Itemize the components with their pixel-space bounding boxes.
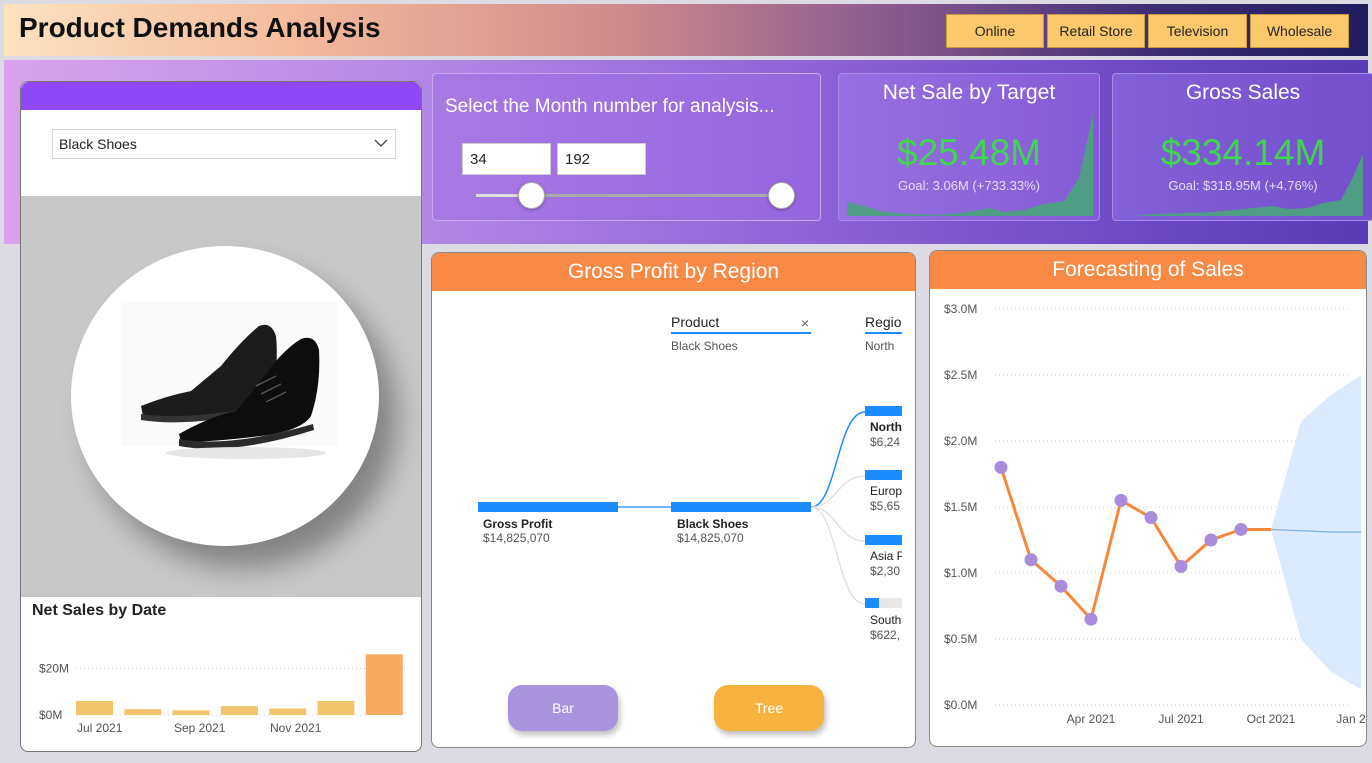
month-slider-range — [530, 194, 782, 197]
kpi-net-sale-value: $25.48M — [897, 132, 1041, 173]
root-node-label: Gross Profit — [483, 517, 552, 531]
data-point — [1024, 553, 1038, 567]
y-tick-label: $1.5M — [944, 500, 977, 514]
product-node-bar[interactable] — [671, 502, 811, 512]
forecast-title: Forecasting of Sales — [930, 251, 1366, 289]
root-node-value: $14,825,070 — [483, 531, 550, 545]
kpi-gross-sales-goal: Goal: $318.95M (+4.76%) — [1168, 178, 1318, 193]
month-slicer-label: Select the Month number for analysis... — [445, 96, 775, 117]
product-node-label: Black Shoes — [677, 517, 749, 531]
header-bar: Product Demands Analysis Online Retail S… — [4, 4, 1368, 56]
data-point — [1174, 559, 1188, 573]
gross-profit-card: Gross Profit by Region Product × Black S… — [431, 252, 916, 748]
net-sales-title: Net Sales by Date — [32, 602, 167, 619]
bar — [220, 706, 258, 715]
x-tick-label: Oct 2021 — [1247, 712, 1296, 726]
x-tick-label: Nov 2021 — [270, 721, 322, 735]
data-point — [1144, 511, 1158, 525]
product-dropdown-value: Black Shoes — [59, 136, 137, 152]
y-tick-label: $1.0M — [944, 566, 977, 580]
bar — [269, 708, 307, 715]
x-tick-label: Jul 2021 — [77, 721, 123, 735]
kpi-gross-sales-card: Gross Sales $334.14M Goal: $318.95M (+4.… — [1112, 73, 1372, 221]
data-point — [1084, 612, 1098, 626]
page-title: Product Demands Analysis — [19, 12, 381, 43]
kpi-gross-sales-title: Gross Sales — [1185, 81, 1301, 104]
kpi-gross-sales-value: $334.14M — [1160, 132, 1326, 173]
level-header-region: Regio — [865, 314, 902, 330]
region-node-value: $5,65 — [870, 499, 900, 513]
shoe-image — [121, 301, 337, 459]
region-node-bar[interactable] — [865, 598, 879, 608]
month-slider-min-handle[interactable] — [518, 182, 545, 209]
level-sub-region: North — [865, 339, 894, 353]
channel-button-television[interactable]: Television — [1148, 14, 1247, 48]
month-slicer-card: Select the Month number for analysis... … — [432, 73, 821, 221]
region-node-value: $6,24 — [870, 435, 900, 449]
gross-profit-title: Gross Profit by Region — [432, 253, 915, 291]
close-icon[interactable]: × — [801, 315, 809, 331]
region-node-value: $622, — [870, 628, 900, 642]
x-tick-label: Jul 2021 — [1158, 712, 1204, 726]
y-tick-label: $3.0M — [944, 302, 977, 316]
data-point — [1054, 579, 1068, 593]
bar — [172, 710, 210, 715]
sales-line — [999, 466, 1271, 623]
root-node-bar[interactable] — [478, 502, 618, 512]
forecast-card: Forecasting of Sales $0.0M $0.5M $1.0M $1.5… — [929, 250, 1367, 747]
region-node-label: Asia P — [870, 549, 905, 563]
channel-button-retail-store[interactable]: Retail Store — [1047, 14, 1145, 48]
product-dropdown[interactable]: Black Shoes — [52, 129, 396, 159]
y-tick-label: $20M — [39, 661, 69, 675]
y-tick-label: $0.0M — [944, 698, 977, 712]
data-point — [994, 460, 1008, 474]
bar-view-button[interactable]: Bar — [508, 685, 618, 731]
product-node-value: $14,825,070 — [677, 531, 744, 545]
region-node-bar[interactable] — [865, 406, 902, 416]
region-node-bar[interactable] — [865, 535, 902, 545]
month-slider-max-handle[interactable] — [768, 182, 795, 209]
net-sales-chart: $0M $20M Jul 2021 Sep 2021 Nov 2021 — [39, 654, 406, 735]
product-image-area — [21, 196, 421, 597]
region-node-label: North — [870, 420, 902, 434]
bar — [124, 709, 162, 715]
chevron-down-icon — [373, 135, 389, 154]
bar — [317, 701, 355, 715]
data-point — [1234, 522, 1248, 536]
channel-button-wholesale[interactable]: Wholesale — [1250, 14, 1349, 48]
region-node-bar[interactable] — [865, 470, 902, 480]
tree-view-button[interactable]: Tree — [714, 685, 824, 731]
y-tick-label: $0M — [39, 708, 62, 722]
product-card-header — [21, 82, 421, 110]
product-image-circle — [71, 246, 379, 546]
bar — [76, 701, 113, 715]
x-tick-label: Sep 2021 — [174, 721, 226, 735]
data-point — [1114, 493, 1128, 507]
x-tick-label: Jan 2022 — [1336, 712, 1367, 726]
month-max-input[interactable]: 192 — [557, 143, 646, 175]
y-tick-label: $2.0M — [944, 434, 977, 448]
data-point — [1204, 533, 1218, 547]
kpi-net-sale-card: Net Sale by Target $25.48M Goal: 3.06M (… — [838, 73, 1100, 221]
region-node-label: South — [870, 613, 901, 627]
product-card: Black Shoes Net Sales by Date $0M $20M Jul… — [20, 81, 422, 752]
x-tick-label: Apr 2021 — [1067, 712, 1116, 726]
y-tick-label: $2.5M — [944, 368, 977, 382]
kpi-net-sale-title: Net Sale by Target — [882, 81, 1056, 104]
kpi-net-sale-goal: Goal: 3.06M (+733.33%) — [898, 178, 1040, 193]
region-node-value: $2,30 — [870, 564, 900, 578]
channel-button-online[interactable]: Online — [946, 14, 1044, 48]
month-min-input[interactable]: 34 — [462, 143, 551, 175]
level-sub-product: Black Shoes — [671, 339, 738, 353]
level-header-product: Product — [671, 314, 719, 330]
region-node-label: Europ — [870, 484, 902, 498]
decomposition-tree: Product × Black Shoes Regio North Gross … — [478, 314, 915, 651]
y-tick-label: $0.5M — [944, 632, 977, 646]
forecast-chart: $0.0M $0.5M $1.0M $1.5M $2.0M $2.5M $3.0M Apr … — [944, 302, 1367, 726]
bar — [365, 654, 403, 715]
